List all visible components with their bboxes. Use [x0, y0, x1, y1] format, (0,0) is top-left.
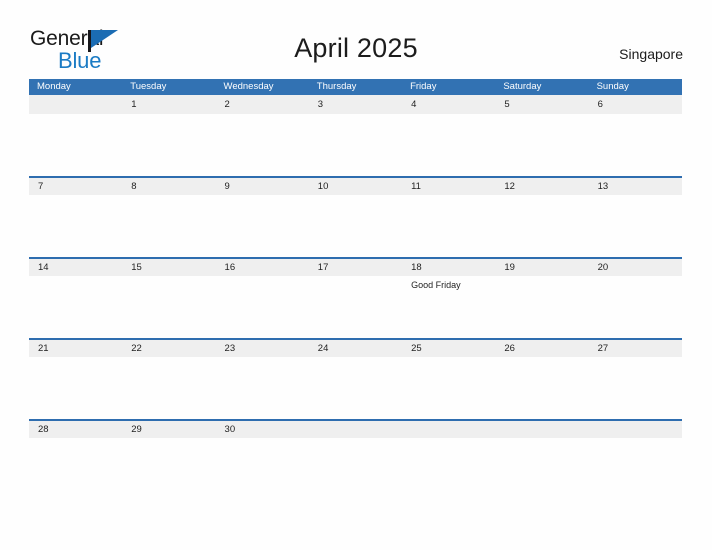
- day-cell[interactable]: 9: [216, 178, 309, 195]
- day-cell[interactable]: [29, 95, 122, 114]
- day-event: [29, 276, 122, 291]
- page-title: April 2025: [294, 33, 418, 63]
- day-event: [122, 114, 215, 117]
- day-event: [216, 195, 309, 198]
- day-event: [495, 195, 588, 198]
- day-cell[interactable]: 5: [495, 95, 588, 114]
- calendar-page: General Blue April 2025 Singapore Monday…: [0, 0, 712, 550]
- day-cell[interactable]: 11: [402, 178, 495, 195]
- weekday-header-sunday: Sunday: [596, 81, 629, 92]
- week-events-row: [29, 357, 682, 360]
- weekday-header-saturday: Saturday: [503, 81, 542, 92]
- day-event: [589, 276, 682, 291]
- day-event: [29, 195, 122, 198]
- day-cell[interactable]: [309, 421, 402, 438]
- day-event: [495, 114, 588, 117]
- weekday-header-row: Monday Tuesday Wednesday Thursday Friday…: [29, 79, 682, 95]
- day-event: [29, 114, 122, 117]
- day-cell[interactable]: 3: [309, 95, 402, 114]
- day-event: [589, 357, 682, 360]
- day-cell[interactable]: 26: [495, 340, 588, 357]
- day-event: [402, 438, 495, 441]
- day-cell[interactable]: [495, 421, 588, 438]
- day-event-good-friday: Good Friday: [411, 280, 461, 290]
- weekday-header-monday: Monday: [37, 81, 71, 92]
- day-event: [495, 438, 588, 441]
- day-cell[interactable]: 4: [402, 95, 495, 114]
- day-cell[interactable]: 19: [495, 259, 588, 276]
- weekday-header-tuesday: Tuesday: [130, 81, 167, 92]
- day-event: [495, 357, 588, 360]
- day-cell[interactable]: 29: [122, 421, 215, 438]
- day-cell[interactable]: 30: [216, 421, 309, 438]
- weekday-header-wednesday: Wednesday: [223, 81, 274, 92]
- day-cell[interactable]: 21: [29, 340, 122, 357]
- day-cell[interactable]: 15: [122, 259, 215, 276]
- day-cell[interactable]: 18: [402, 259, 495, 276]
- day-event: [29, 438, 122, 441]
- day-cell[interactable]: 6: [589, 95, 682, 114]
- week-events-row: [29, 195, 682, 198]
- calendar-week-row: 28 29 30: [29, 419, 682, 500]
- week-events-row: Good Friday: [29, 276, 682, 291]
- day-cell[interactable]: 12: [495, 178, 588, 195]
- week-events-row: [29, 114, 682, 117]
- day-event: [495, 276, 588, 291]
- day-cell[interactable]: 24: [309, 340, 402, 357]
- calendar-week-row: 7 8 9 10 11 12 13: [29, 176, 682, 257]
- day-cell[interactable]: [589, 421, 682, 438]
- day-event: [402, 357, 495, 360]
- week-day-number-band: 28 29 30: [29, 419, 682, 438]
- week-events-row: [29, 438, 682, 441]
- day-cell[interactable]: 2: [216, 95, 309, 114]
- day-event: [216, 114, 309, 117]
- day-cell[interactable]: 25: [402, 340, 495, 357]
- day-event: [29, 357, 122, 360]
- day-cell[interactable]: 16: [216, 259, 309, 276]
- calendar-week-row: 21 22 23 24 25 26 27: [29, 338, 682, 419]
- week-day-number-band: 1 2 3 4 5 6: [29, 95, 682, 114]
- day-event: [216, 357, 309, 360]
- day-event: [216, 276, 309, 291]
- day-cell[interactable]: 17: [309, 259, 402, 276]
- day-cell[interactable]: 7: [29, 178, 122, 195]
- week-day-number-band: 21 22 23 24 25 26 27: [29, 338, 682, 357]
- weekday-header-friday: Friday: [410, 81, 437, 92]
- day-cell[interactable]: 1: [122, 95, 215, 114]
- day-event: [122, 357, 215, 360]
- week-day-number-band: 14 15 16 17 18 19 20: [29, 257, 682, 276]
- day-cell[interactable]: [402, 421, 495, 438]
- day-event: [309, 357, 402, 360]
- day-cell[interactable]: 20: [589, 259, 682, 276]
- day-event: [122, 276, 215, 291]
- day-cell[interactable]: 23: [216, 340, 309, 357]
- day-cell[interactable]: 8: [122, 178, 215, 195]
- day-event: [589, 438, 682, 441]
- day-event: [589, 195, 682, 198]
- day-cell[interactable]: 10: [309, 178, 402, 195]
- page-header: General Blue April 2025 Singapore: [0, 0, 712, 76]
- day-event: [122, 438, 215, 441]
- day-event: [589, 114, 682, 117]
- day-event: [402, 195, 495, 198]
- day-event: [309, 438, 402, 441]
- day-cell[interactable]: 13: [589, 178, 682, 195]
- day-event: [216, 438, 309, 441]
- locale-label: Singapore: [619, 46, 683, 62]
- day-event: [309, 195, 402, 198]
- day-cell[interactable]: 27: [589, 340, 682, 357]
- day-cell[interactable]: 14: [29, 259, 122, 276]
- day-cell[interactable]: 28: [29, 421, 122, 438]
- week-day-number-band: 7 8 9 10 11 12 13: [29, 176, 682, 195]
- weekday-header-thursday: Thursday: [316, 81, 357, 92]
- day-event: [309, 276, 402, 291]
- calendar-grid: Monday Tuesday Wednesday Thursday Friday…: [29, 79, 682, 500]
- day-event: [402, 114, 495, 117]
- calendar-week-row: 1 2 3 4 5 6: [29, 95, 682, 176]
- day-event: [309, 114, 402, 117]
- day-cell[interactable]: 22: [122, 340, 215, 357]
- calendar-week-row: 14 15 16 17 18 19 20 Good Friday: [29, 257, 682, 338]
- day-event: [122, 195, 215, 198]
